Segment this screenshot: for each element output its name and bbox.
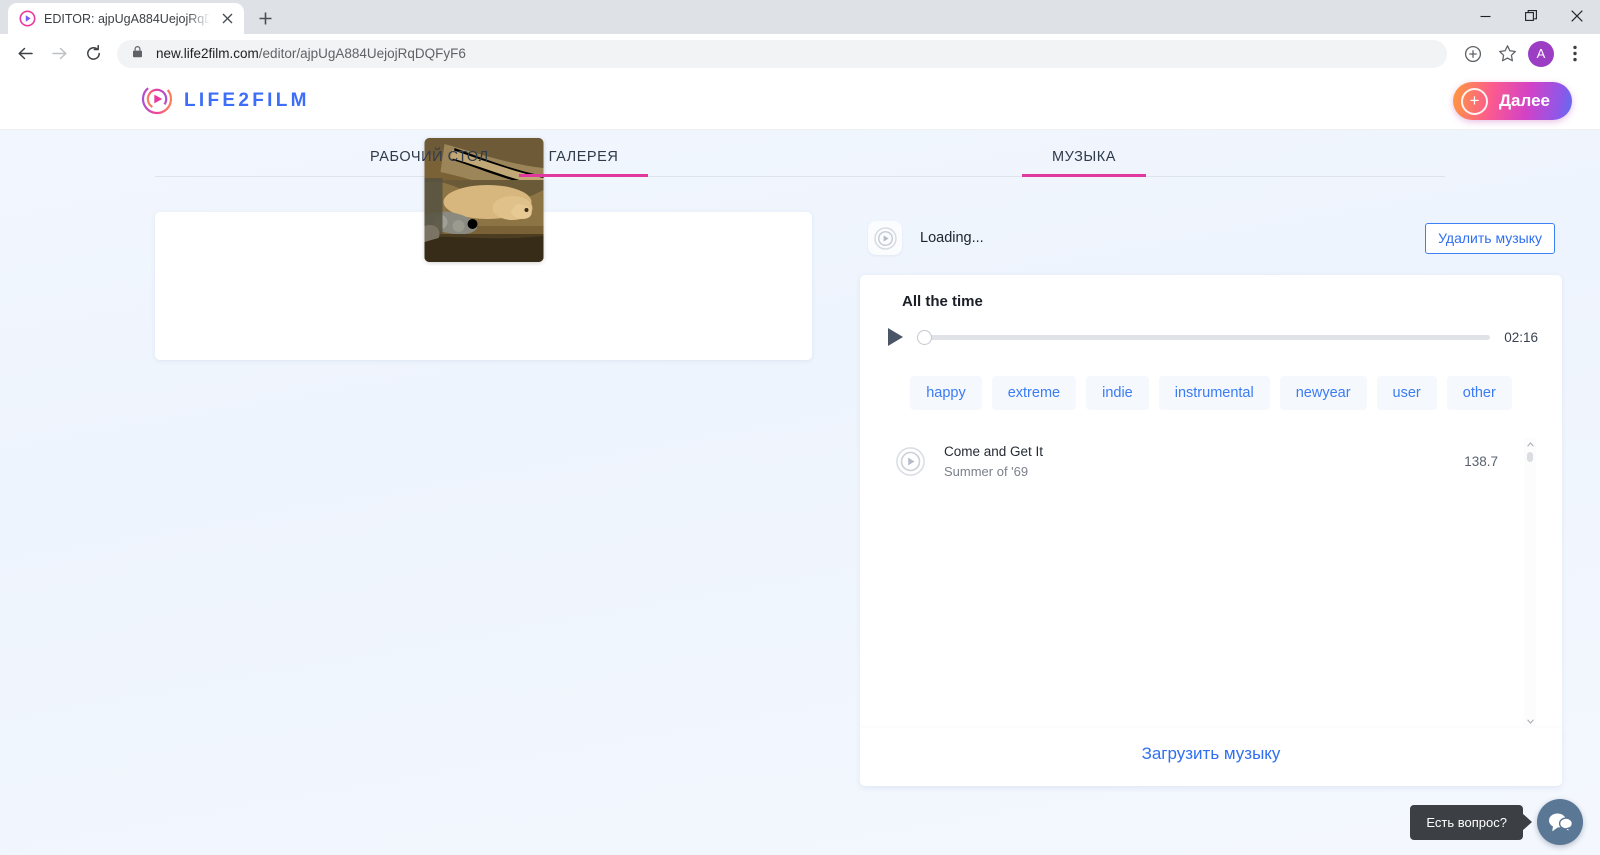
scrollbar-thumb[interactable] [1527, 452, 1533, 462]
close-icon[interactable] [218, 10, 236, 28]
seek-knob[interactable] [917, 329, 932, 345]
music-player-card: All the time 02:16 happy extreme indie i… [860, 275, 1562, 728]
gallery-card [155, 138, 812, 360]
music-status-text: Loading... [920, 230, 984, 246]
browser-tab-title: EDITOR: ajpUgA884UejojRqDQFyF6 [44, 11, 210, 26]
tab-workspace[interactable]: РАБОЧИЙ СТОЛ [340, 135, 519, 177]
music-status-row: Loading... Удалить музыку [868, 221, 1555, 255]
tab-gallery[interactable]: ГАЛЕРЕЯ [518, 135, 649, 177]
tag-other[interactable]: other [1446, 376, 1512, 410]
chat-tooltip: Есть вопрос? [1410, 804, 1523, 840]
three-dot-menu-icon[interactable] [1559, 38, 1591, 70]
seek-slider[interactable] [917, 329, 1491, 345]
address-bar-url: new.life2film.com/editor/ajpUgA884UejojR… [156, 46, 466, 61]
profile-avatar[interactable]: A [1528, 40, 1554, 67]
next-button[interactable]: + Далее [1452, 82, 1572, 120]
player-controls: 02:16 [884, 328, 1538, 346]
list-item[interactable]: Come and Get It Summer of '69 138.7 [884, 438, 1538, 485]
window-close-icon[interactable] [1554, 0, 1600, 32]
tag-happy[interactable]: happy [910, 376, 982, 410]
track-bpm: 138.7 [1464, 454, 1498, 469]
reload-icon[interactable] [77, 38, 109, 70]
track-list-scrollbar[interactable] [1524, 438, 1536, 728]
track-artist: Summer of '69 [944, 464, 1029, 479]
tab-music[interactable]: МУЗЫКА [1022, 135, 1146, 177]
browser-toolbar: new.life2film.com/editor/ajpUgA884UejojR… [0, 34, 1600, 73]
track-play-icon[interactable] [894, 445, 927, 478]
player-duration: 02:16 [1504, 329, 1538, 345]
editor-panes: РАБОЧИЙ СТОЛ ГАЛЕРЕЯ МУЗЫКА Loading... У… [0, 130, 1600, 786]
arrow-right-icon[interactable] [43, 38, 75, 70]
music-loading-icon [868, 221, 902, 255]
browser-window: EDITOR: ajpUgA884UejojRqDQFyF6 [0, 0, 1600, 855]
track-list: Come and Get It Summer of '69 138.7 [884, 438, 1538, 728]
remove-music-button[interactable]: Удалить музыку [1425, 222, 1555, 254]
tag-instrumental[interactable]: instrumental [1158, 376, 1270, 410]
browser-tab[interactable]: EDITOR: ajpUgA884UejojRqDQFyF6 [8, 3, 244, 34]
chat-widget: Есть вопрос? [1410, 799, 1583, 845]
life2film-play-icon [19, 10, 36, 27]
address-bar[interactable]: new.life2film.com/editor/ajpUgA884UejojR… [117, 39, 1447, 68]
upload-music-row: Загрузить музыку [860, 728, 1562, 786]
life2film-logo-icon [141, 83, 173, 120]
new-tab-button[interactable] [251, 4, 279, 32]
right-pane: МУЗЫКА Loading... Удалить музыку All the… [815, 135, 1600, 786]
logo-text: LIFE2FILM [184, 90, 310, 111]
page-viewport: LIFE2FILM + Далее РАБОЧИЙ СТОЛ ГАЛЕРЕЯ М… [0, 73, 1600, 855]
right-pane-tabs: МУЗЫКА [815, 135, 1600, 177]
player-track-title: All the time [902, 293, 983, 310]
chevron-down-icon[interactable] [1526, 715, 1534, 728]
maximize-icon[interactable] [1508, 0, 1554, 32]
tag-user[interactable]: user [1376, 376, 1437, 410]
plus-circle-icon: + [1460, 87, 1488, 115]
left-pane: РАБОЧИЙ СТОЛ ГАЛЕРЕЯ [0, 135, 815, 786]
tag-indie[interactable]: indie [1086, 376, 1149, 410]
install-circle-plus-icon[interactable] [1457, 38, 1489, 70]
track-meta: Come and Get It Summer of '69 [944, 444, 1043, 479]
site-logo[interactable]: LIFE2FILM [141, 83, 310, 120]
chevron-up-icon[interactable] [1526, 438, 1534, 451]
window-controls [1462, 0, 1600, 32]
next-button-label: Далее [1498, 91, 1550, 110]
tag-extreme[interactable]: extreme [991, 376, 1077, 410]
star-icon[interactable] [1491, 38, 1523, 70]
minimize-icon[interactable] [1462, 0, 1508, 32]
chat-bubbles-icon[interactable] [1537, 799, 1583, 845]
upload-music-link[interactable]: Загрузить музыку [1142, 744, 1281, 763]
tag-newyear[interactable]: newyear [1279, 376, 1367, 410]
browser-titlebar: EDITOR: ajpUgA884UejojRqDQFyF6 [0, 0, 1600, 34]
seek-track [925, 334, 1491, 340]
arrow-left-icon[interactable] [9, 38, 41, 70]
left-pane-tabs: РАБОЧИЙ СТОЛ ГАЛЕРЕЯ [0, 135, 815, 177]
site-header: LIFE2FILM + Далее [0, 73, 1600, 130]
lock-icon [131, 45, 144, 63]
track-name: Come and Get It [944, 444, 1044, 459]
tag-list: happy extreme indie instrumental newyear… [884, 346, 1538, 410]
play-icon[interactable] [888, 328, 903, 346]
